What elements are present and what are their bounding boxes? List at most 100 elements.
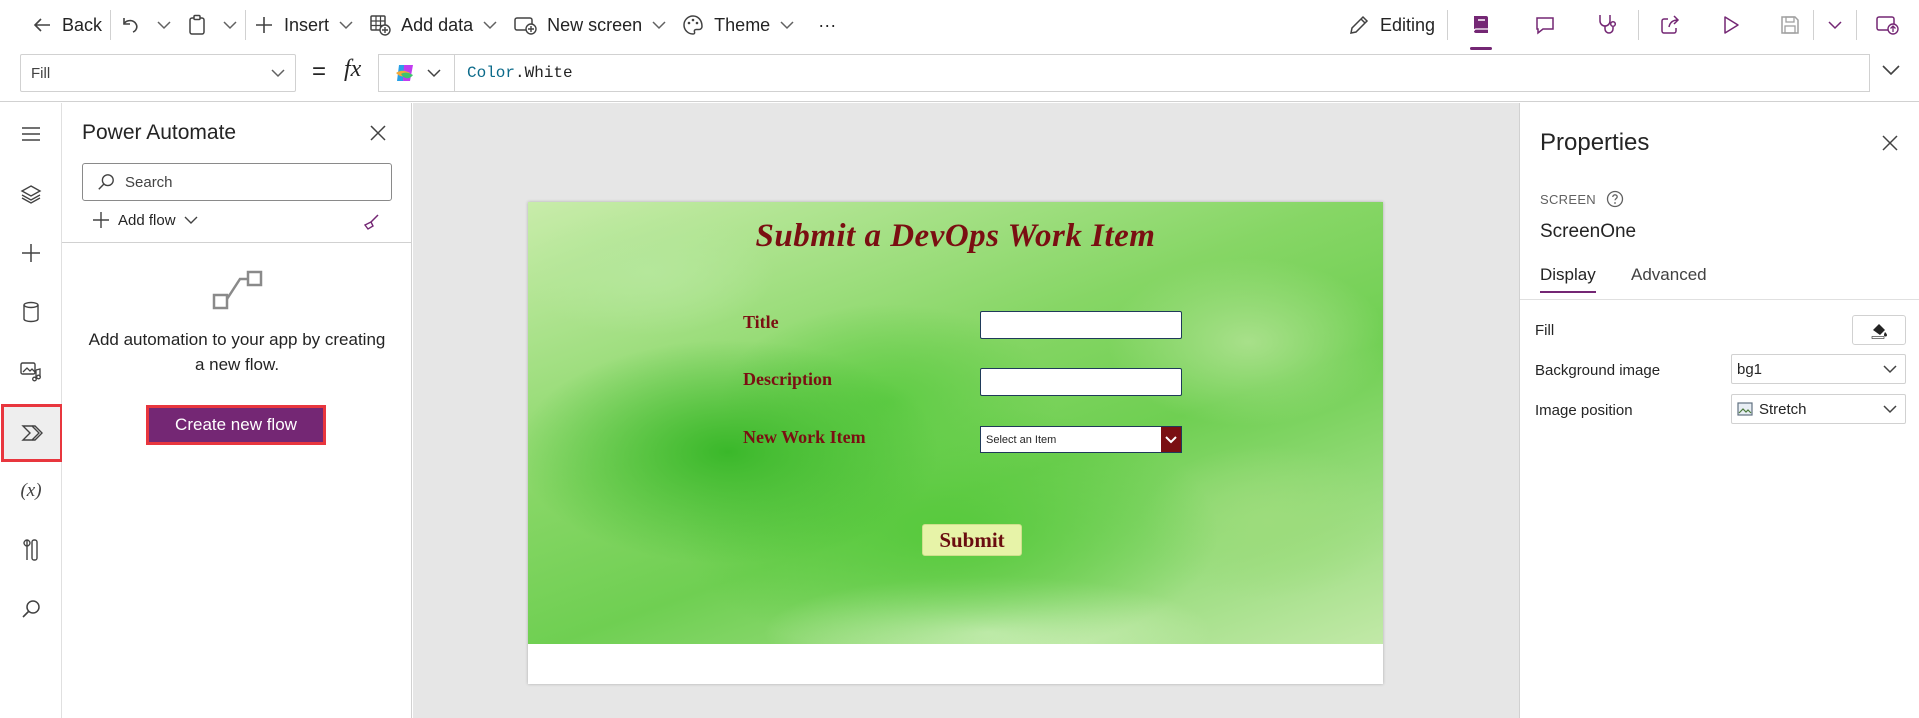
add-data-label: Add data (401, 14, 474, 35)
app-screen[interactable]: Submit a DevOps Work Item Title Descript… (528, 202, 1383, 684)
power-automate-button[interactable] (1, 404, 63, 462)
title-input[interactable] (980, 311, 1182, 339)
paste-button[interactable] (179, 7, 215, 43)
undo-button[interactable] (111, 7, 149, 43)
close-icon (1882, 135, 1898, 151)
app-checker-button[interactable] (1588, 7, 1626, 43)
share-icon (1661, 15, 1680, 34)
preview-button[interactable] (1713, 7, 1749, 43)
close-pane-button[interactable] (370, 125, 386, 141)
background-image-value: bg1 (1737, 360, 1763, 378)
equals-sign: = (312, 58, 327, 85)
description-input[interactable] (980, 368, 1182, 396)
media-icon (20, 362, 41, 382)
divider (1638, 10, 1639, 40)
image-position-selection: Stretch (1737, 401, 1807, 418)
formula-keyword: Color (467, 64, 516, 82)
more-icon: ··· (818, 14, 837, 35)
new-work-item-dropdown[interactable]: Select an Item (980, 426, 1182, 453)
fill-label: Fill (1535, 322, 1555, 339)
dropdown-toggle[interactable] (1161, 427, 1181, 452)
search-rail-button[interactable] (0, 580, 62, 638)
close-properties-button[interactable] (1882, 135, 1898, 151)
property-value: Fill (31, 64, 51, 82)
editing-label: Editing (1379, 14, 1435, 35)
background-image (528, 202, 1383, 644)
share-button[interactable] (1651, 7, 1689, 43)
formula-bar: Fill = fx Color.White (0, 50, 1919, 102)
tools-icon (23, 539, 38, 561)
advanced-tools-button[interactable] (0, 521, 62, 579)
power-automate-icon (21, 425, 43, 441)
flow-search-input[interactable]: Search (82, 163, 392, 201)
chevron-down-icon (426, 69, 441, 78)
tab-advanced[interactable]: Advanced (1631, 265, 1707, 285)
control-type: SCREEN (1540, 190, 1624, 208)
back-button[interactable]: Back (24, 7, 110, 43)
property-dropdown[interactable]: Fill (20, 54, 296, 92)
flow-illustration-icon (212, 269, 264, 311)
publish-button[interactable] (1867, 7, 1907, 43)
close-icon (370, 125, 386, 141)
arrow-left-icon (33, 18, 50, 32)
chevron-down-icon (1828, 21, 1842, 30)
app-title: Submit a DevOps Work Item (755, 218, 1156, 254)
expand-formula-button[interactable] (1882, 64, 1900, 76)
formula-input[interactable]: Color.White (378, 54, 1870, 92)
tab-display[interactable]: Display (1540, 265, 1596, 293)
image-position-dropdown[interactable]: Stretch (1731, 394, 1906, 424)
divider (1520, 299, 1919, 300)
create-new-flow-button[interactable]: Create new flow (146, 405, 326, 445)
publish-icon (1876, 16, 1899, 35)
variables-button[interactable]: (x) (0, 462, 62, 520)
chevron-down-icon (1165, 435, 1177, 443)
screen-name: ScreenOne (1540, 221, 1637, 242)
formula-member: .White (515, 64, 573, 82)
new-screen-button[interactable]: New screen (505, 7, 674, 43)
canvas-area[interactable]: Submit a DevOps Work Item Title Descript… (413, 103, 1519, 718)
chevron-down-icon (483, 21, 497, 30)
copilot-button[interactable] (379, 55, 455, 91)
divider (1447, 10, 1448, 40)
theme-label: Theme (714, 14, 771, 35)
save-menu-button[interactable] (1820, 7, 1850, 43)
database-icon (23, 301, 39, 323)
add-flow-button[interactable]: Add flow (92, 211, 198, 229)
layers-icon (20, 185, 42, 204)
properties-title: Properties (1540, 129, 1650, 156)
editing-button[interactable]: Editing (1340, 7, 1443, 43)
search-placeholder: Search (125, 173, 173, 191)
chevron-down-icon (780, 21, 794, 30)
tree-view-button[interactable] (0, 165, 62, 223)
chevron-down-icon (271, 69, 285, 78)
theme-button[interactable]: Theme (674, 7, 802, 43)
clean-button[interactable] (362, 213, 380, 231)
paste-menu-button[interactable] (215, 7, 245, 43)
chevron-down-icon (652, 21, 666, 30)
broom-icon (363, 214, 379, 230)
hamburger-menu-button[interactable] (0, 105, 62, 163)
empty-state-message: Add automation to your app by creating a… (88, 330, 386, 374)
insert-rail-button[interactable] (0, 224, 62, 282)
formula-text: Color.White (455, 64, 573, 82)
divider (62, 242, 412, 243)
data-button[interactable] (0, 283, 62, 341)
fill-color-picker[interactable] (1852, 315, 1906, 345)
save-button[interactable] (1771, 7, 1809, 43)
undo-menu-button[interactable] (149, 7, 179, 43)
fx-button[interactable]: fx (344, 56, 361, 83)
divider (1813, 10, 1814, 40)
add-data-button[interactable]: Add data (361, 7, 505, 43)
submit-button[interactable]: Submit (922, 524, 1022, 556)
command-bar: Back Insert Add data New screen Theme ··… (0, 0, 1919, 50)
more-button[interactable]: ··· (810, 7, 844, 43)
media-button[interactable] (0, 342, 62, 400)
new-screen-label: New screen (547, 14, 643, 35)
comments-button[interactable] (1526, 7, 1564, 43)
insert-button[interactable]: Insert (246, 7, 361, 43)
book-button[interactable] (1462, 7, 1500, 50)
help-icon[interactable] (1606, 190, 1624, 208)
title-label: Title (743, 312, 779, 332)
save-icon (1781, 16, 1799, 34)
background-image-dropdown[interactable]: bg1 (1731, 354, 1906, 384)
